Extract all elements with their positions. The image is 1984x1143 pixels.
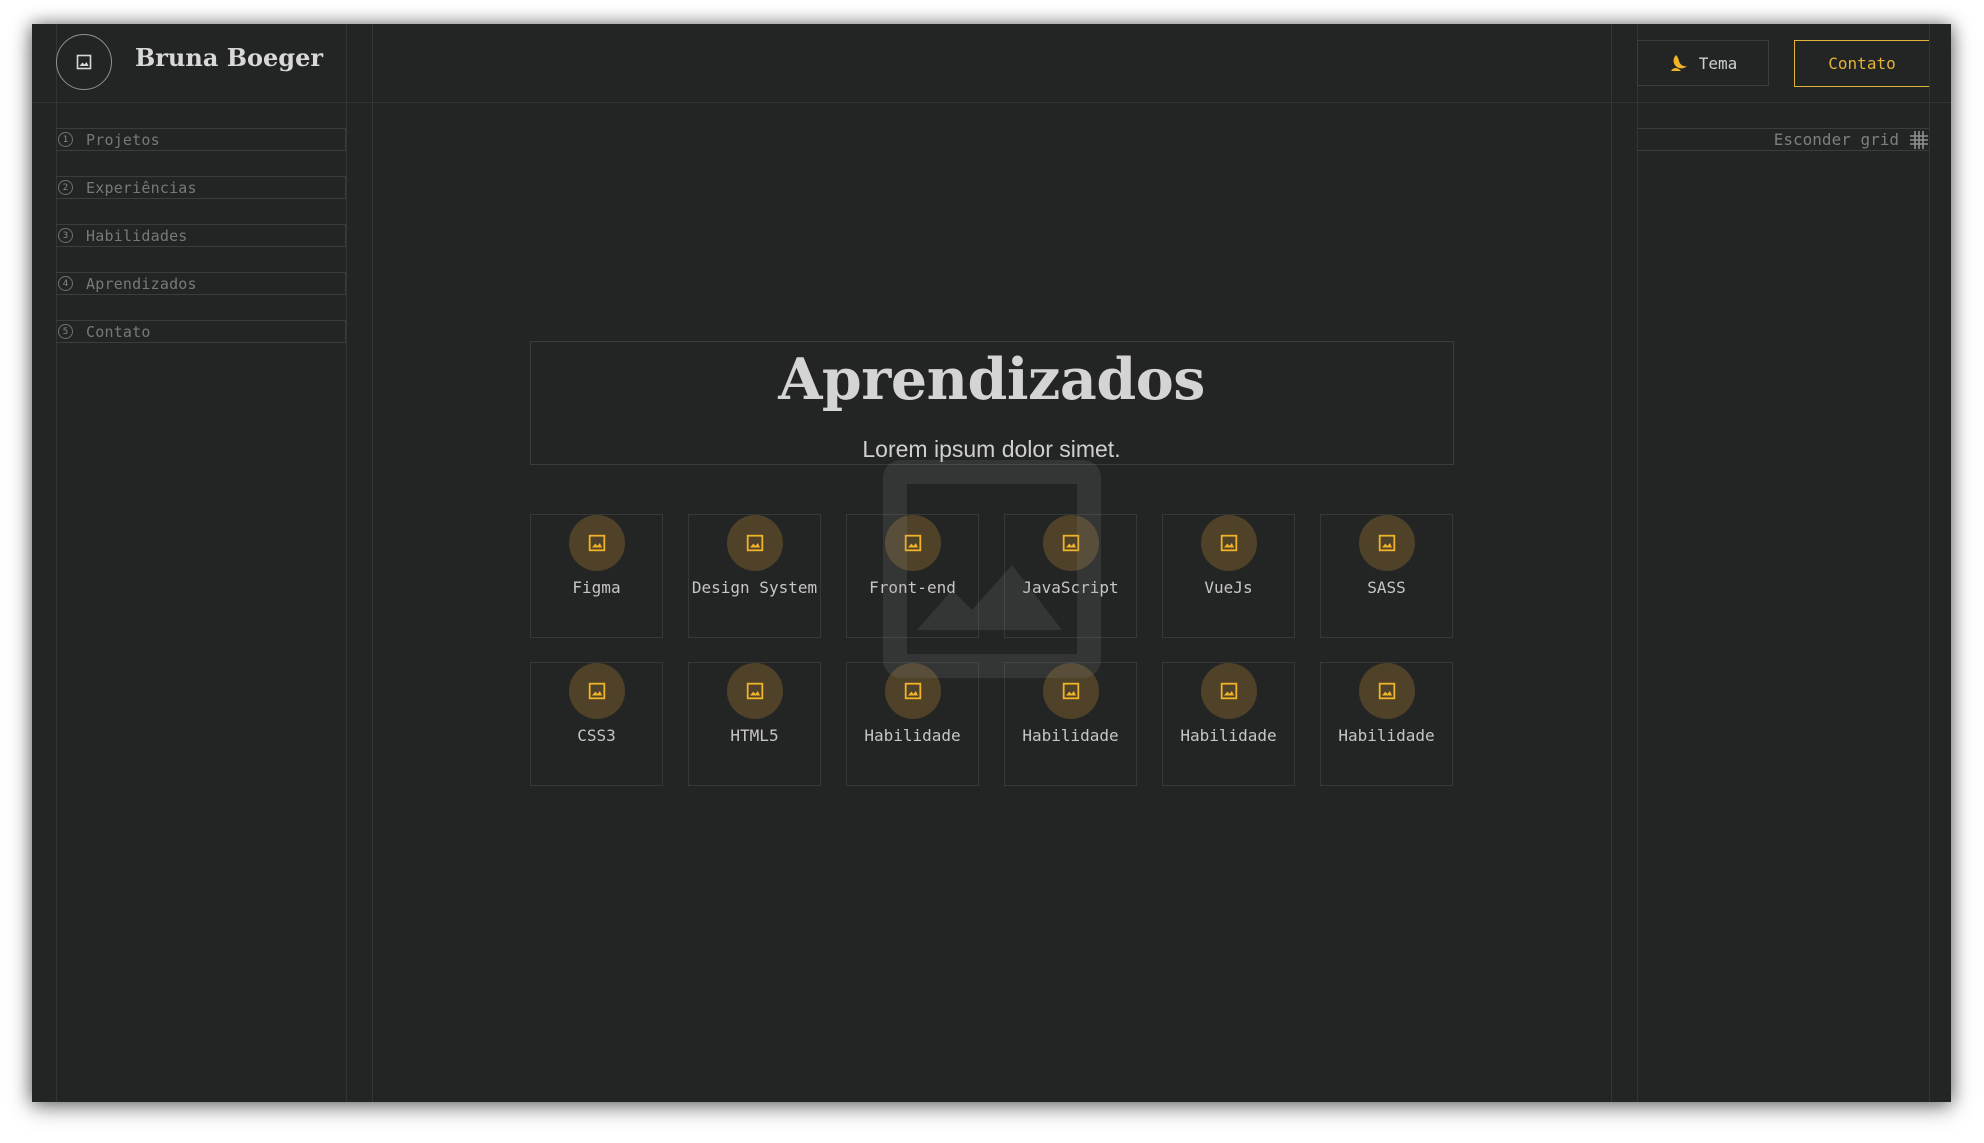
skill-icon-circle xyxy=(1201,515,1257,571)
nav-label: Experiências xyxy=(86,178,197,197)
nav-number: 4 xyxy=(58,276,73,291)
nav-item-projetos[interactable]: 1 Projetos xyxy=(56,128,346,151)
image-icon xyxy=(1378,682,1396,700)
skill-icon-circle xyxy=(1359,515,1415,571)
contact-button-label: Contato xyxy=(1828,54,1896,73)
image-icon xyxy=(76,54,92,70)
moon-icon xyxy=(1670,55,1687,71)
image-icon xyxy=(904,534,922,552)
skill-card[interactable]: Front-end xyxy=(846,514,979,638)
theme-button-label: Tema xyxy=(1698,53,1738,73)
nav-item-experiencias[interactable]: 2 Experiências xyxy=(56,176,346,199)
skill-icon-circle xyxy=(569,663,625,719)
image-icon xyxy=(1062,534,1080,552)
image-icon xyxy=(904,682,922,700)
grid-icon xyxy=(1910,130,1928,149)
skill-icon-circle xyxy=(1043,663,1099,719)
nav-label: Habilidades xyxy=(86,226,188,245)
skill-label: HTML5 xyxy=(730,726,779,745)
nav-item-aprendizados[interactable]: 4 Aprendizados xyxy=(56,272,346,295)
skill-card[interactable]: Design System xyxy=(688,514,821,638)
app-window: Bruna Boeger Tema Contato 1 Projetos 2 E… xyxy=(32,24,1951,1102)
grid-line xyxy=(1611,24,1612,1102)
grid-line xyxy=(346,24,347,1102)
skill-label: Design System xyxy=(691,578,818,597)
nav-label: Aprendizados xyxy=(86,274,197,293)
header-divider xyxy=(32,102,1951,103)
skill-icon-circle xyxy=(885,663,941,719)
nav-number: 5 xyxy=(58,324,73,339)
nav-label: Contato xyxy=(86,322,151,341)
contact-button[interactable]: Contato xyxy=(1794,40,1929,87)
skill-icon-circle xyxy=(885,515,941,571)
skill-icon-circle xyxy=(727,515,783,571)
image-icon xyxy=(1220,682,1238,700)
skill-card[interactable]: SASS xyxy=(1320,514,1453,638)
skill-card[interactable]: Habilidade xyxy=(846,662,979,786)
image-icon xyxy=(1220,534,1238,552)
theme-button[interactable]: Tema xyxy=(1637,40,1769,86)
skill-card[interactable]: VueJs xyxy=(1162,514,1295,638)
section-subtitle: Lorem ipsum dolor simet. xyxy=(862,436,1121,462)
hide-grid-label: Esconder grid xyxy=(1773,130,1899,149)
brand-name: Bruna Boeger xyxy=(135,43,323,72)
grid-line xyxy=(372,24,373,1102)
skill-label: Habilidade xyxy=(1022,726,1119,745)
skill-label: Habilidade xyxy=(1180,726,1277,745)
image-icon xyxy=(588,534,606,552)
skill-label: JavaScript xyxy=(1022,578,1119,597)
skill-card[interactable]: HTML5 xyxy=(688,662,821,786)
hide-grid-toggle[interactable]: Esconder grid xyxy=(1637,128,1929,151)
skill-label: VueJs xyxy=(1204,578,1253,597)
image-icon xyxy=(588,682,606,700)
skill-card[interactable]: JavaScript xyxy=(1004,514,1137,638)
nav-number: 1 xyxy=(58,132,73,147)
skill-icon-circle xyxy=(1359,663,1415,719)
nav-number: 3 xyxy=(58,228,73,243)
grid-line xyxy=(1929,24,1930,1102)
skill-icon-circle xyxy=(1201,663,1257,719)
section-title: Aprendizados xyxy=(778,346,1205,413)
skill-label: Figma xyxy=(572,578,621,597)
image-icon xyxy=(746,682,764,700)
skill-label: Habilidade xyxy=(1338,726,1435,745)
image-icon xyxy=(1378,534,1396,552)
skill-card[interactable]: Habilidade xyxy=(1004,662,1137,786)
image-icon xyxy=(746,534,764,552)
logo[interactable] xyxy=(56,34,112,90)
skill-icon-circle xyxy=(569,515,625,571)
skill-card[interactable]: Habilidade xyxy=(1320,662,1453,786)
grid-line xyxy=(1637,24,1638,1102)
skill-icon-circle xyxy=(1043,515,1099,571)
nav-label: Projetos xyxy=(86,130,160,149)
skill-label: Front-end xyxy=(869,578,956,597)
skill-card[interactable]: Habilidade xyxy=(1162,662,1295,786)
skill-label: CSS3 xyxy=(577,726,616,745)
skill-label: Habilidade xyxy=(864,726,961,745)
skill-icon-circle xyxy=(727,663,783,719)
nav-item-contato[interactable]: 5 Contato xyxy=(56,320,346,343)
image-icon xyxy=(1062,682,1080,700)
skill-card[interactable]: CSS3 xyxy=(530,662,663,786)
nav-item-habilidades[interactable]: 3 Habilidades xyxy=(56,224,346,247)
skill-card[interactable]: Figma xyxy=(530,514,663,638)
nav-number: 2 xyxy=(58,180,73,195)
skill-label: SASS xyxy=(1367,578,1406,597)
